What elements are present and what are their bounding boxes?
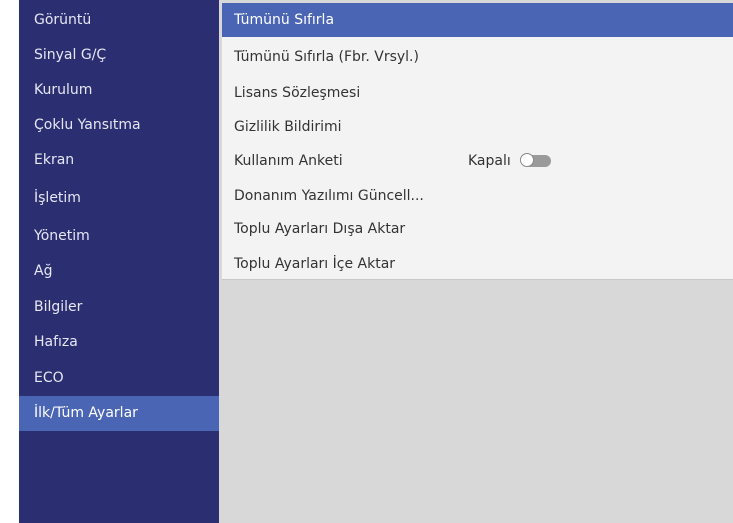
sidebar-item-label: ECO <box>34 370 64 386</box>
sidebar-menu: Görüntü Sinyal G/Ç Kurulum Çoklu Yansıtm… <box>19 0 219 523</box>
list-item-label: Tümünü Sıfırla <box>234 12 335 28</box>
toggle-knob <box>519 153 534 167</box>
sidebar-item-hafiza[interactable]: Hafıza <box>19 325 219 360</box>
sidebar-item-label: Çoklu Yansıtma <box>34 117 141 133</box>
sidebar-item-yonetim[interactable]: Yönetim <box>19 219 219 254</box>
sidebar-item-label: İlk/Tüm Ayarlar <box>34 405 138 421</box>
sidebar-item-ag[interactable]: Ağ <box>19 254 219 289</box>
settings-list: Tümünü Sıfırla Tümünü Sıfırla (Fbr. Vrsy… <box>222 3 733 280</box>
sidebar-item-label: Kurulum <box>34 82 93 98</box>
sidebar-item-label: Görüntü <box>34 12 92 28</box>
list-item-reset-all[interactable]: Tümünü Sıfırla <box>222 3 733 37</box>
list-item-label: Kullanım Anketi <box>234 153 343 169</box>
sidebar-item-sinyal[interactable]: Sinyal G/Ç <box>19 38 219 73</box>
list-item-label: Tümünü Sıfırla (Fbr. Vrsyl.) <box>234 49 419 65</box>
sidebar-item-label: Ağ <box>34 263 53 279</box>
list-item-label: Toplu Ayarları İçe Aktar <box>234 256 396 272</box>
list-item-export-settings[interactable]: Toplu Ayarları Dışa Aktar <box>222 212 733 246</box>
sidebar-item-label: İşletim <box>34 190 81 206</box>
sidebar-item-label: Hafıza <box>34 334 78 350</box>
usage-survey-value: Kapalı <box>468 153 511 169</box>
sidebar-item-label: Bilgiler <box>34 299 83 315</box>
usage-survey-toggle[interactable] <box>519 153 551 167</box>
settings-window: Görüntü Sinyal G/Ç Kurulum Çoklu Yansıtm… <box>19 0 733 523</box>
list-item-label: Lisans Sözleşmesi <box>234 85 361 101</box>
sidebar-item-ilk-tum-ayarlar[interactable]: İlk/Tüm Ayarlar <box>19 396 219 431</box>
sidebar-item-eco[interactable]: ECO <box>19 361 219 396</box>
list-item-firmware-update[interactable]: Donanım Yazılımı Güncell... <box>222 179 733 213</box>
usage-survey-setting: Kapalı <box>468 144 551 178</box>
list-item-privacy-notice[interactable]: Gizlilik Bildirimi <box>222 110 733 144</box>
list-item-label: Toplu Ayarları Dışa Aktar <box>234 221 406 237</box>
sidebar-item-ekran[interactable]: Ekran <box>19 143 219 178</box>
sidebar-item-goruntu[interactable]: Görüntü <box>19 3 219 38</box>
list-item-label: Gizlilik Bildirimi <box>234 119 342 135</box>
list-item-import-settings[interactable]: Toplu Ayarları İçe Aktar <box>222 247 733 281</box>
sidebar-item-bilgiler[interactable]: Bilgiler <box>19 290 219 325</box>
sidebar-item-label: Yönetim <box>34 228 90 244</box>
settings-panel: Tümünü Sıfırla Tümünü Sıfırla (Fbr. Vrsy… <box>219 0 733 523</box>
sidebar-item-label: Ekran <box>34 152 75 168</box>
list-item-factory-reset[interactable]: Tümünü Sıfırla (Fbr. Vrsyl.) <box>222 40 733 74</box>
list-item-label: Donanım Yazılımı Güncell... <box>234 188 424 204</box>
sidebar-item-coklu-yansitma[interactable]: Çoklu Yansıtma <box>19 108 219 143</box>
list-item-usage-survey[interactable]: Kullanım Anketi Kapalı <box>222 144 733 178</box>
sidebar-item-kurulum[interactable]: Kurulum <box>19 73 219 108</box>
list-item-license-agreement[interactable]: Lisans Sözleşmesi <box>222 76 733 110</box>
sidebar-item-isletim[interactable]: İşletim <box>19 181 219 216</box>
sidebar-item-label: Sinyal G/Ç <box>34 47 107 63</box>
